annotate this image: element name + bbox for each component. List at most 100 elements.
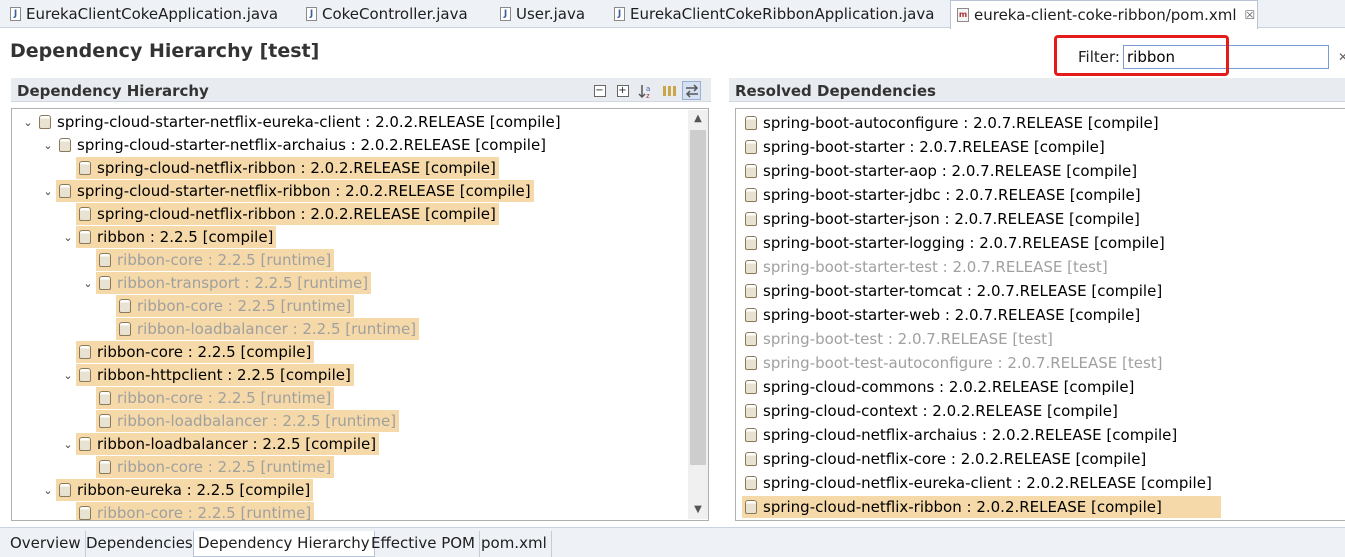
link-arrows-icon: [685, 83, 698, 98]
tree-node[interactable]: ribbon-core : 2.2.5 [runtime]: [80, 249, 335, 271]
tree-node[interactable]: ⌄ ribbon-loadbalancer : 2.2.5 [compile]: [60, 433, 380, 455]
jar-icon: [99, 414, 111, 428]
expand-toggle-icon[interactable]: ⌄: [60, 438, 76, 451]
resolved-item-label: spring-boot-test : 2.0.7.RELEASE [test]: [763, 330, 1053, 348]
tree-node[interactable]: ⌄ spring-cloud-starter-netflix-archaius :…: [40, 134, 549, 156]
resolved-dependency-item[interactable]: spring-boot-test-autoconfigure : 2.0.7.R…: [742, 352, 1166, 374]
resolved-dependency-item[interactable]: spring-cloud-netflix-eureka-client : 2.0…: [742, 472, 1215, 494]
scroll-thumb[interactable]: [690, 130, 706, 465]
resolved-dependency-item[interactable]: spring-cloud-netflix-ribbon : 2.0.2.RELE…: [742, 496, 1221, 518]
resolved-item-label: spring-cloud-netflix-ribbon : 2.0.2.RELE…: [763, 498, 1162, 516]
editor-tab-eureka-client-coke-ribbon-application[interactable]: J EurekaClientCokeRibbonApplication.java: [608, 0, 942, 28]
jar-icon: [99, 253, 111, 267]
tree-node[interactable]: ⌄ spring-cloud-starter-netflix-ribbon : 2…: [40, 180, 534, 202]
jar-icon: [79, 368, 91, 382]
show-groupid-button[interactable]: [659, 81, 678, 100]
resolved-item-content: spring-cloud-netflix-eureka-client : 2.0…: [742, 472, 1215, 494]
expand-toggle-icon[interactable]: ⌄: [60, 369, 76, 382]
tree-node[interactable]: ⌄ ribbon : 2.2.5 [compile]: [60, 226, 277, 248]
java-file-icon: J: [306, 7, 317, 21]
resolved-item-content: spring-boot-starter-logging : 2.0.7.RELE…: [742, 232, 1168, 254]
tree-node[interactable]: ⌄ spring-cloud-starter-netflix-eureka-cli…: [20, 111, 564, 133]
resolved-item-content: spring-boot-test : 2.0.7.RELEASE [test]: [742, 328, 1056, 350]
tab-dependency-hierarchy[interactable]: Dependency Hierarchy: [193, 531, 375, 557]
tree-node-label: ribbon-core : 2.2.5 [runtime]: [117, 251, 332, 269]
resolved-item-label: spring-boot-starter-tomcat : 2.0.7.RELEA…: [763, 282, 1163, 300]
resolved-dependency-item[interactable]: spring-boot-starter-aop : 2.0.7.RELEASE …: [742, 160, 1140, 182]
editor-tab-coke-controller[interactable]: J CokeController.java: [300, 0, 476, 28]
expand-toggle-icon[interactable]: ⌄: [40, 185, 56, 198]
jar-icon: [79, 506, 91, 520]
tree-node[interactable]: ribbon-core : 2.2.5 [runtime]: [80, 387, 335, 409]
editor-tab-user[interactable]: J User.java: [494, 0, 594, 28]
resolved-dependency-item[interactable]: spring-cloud-netflix-archaius : 2.0.2.RE…: [742, 424, 1180, 446]
close-icon[interactable]: ☒: [1245, 8, 1256, 22]
editor-tab-pom-xml[interactable]: m eureka-client-coke-ribbon/pom.xml ☒: [950, 0, 1258, 29]
jar-icon: [59, 138, 71, 152]
expand-toggle-icon[interactable]: ⌄: [20, 116, 36, 129]
pom-editor-tab-bar: Overview Dependencies Dependency Hierarc…: [0, 527, 1345, 557]
filter-label: Filter:: [1078, 48, 1120, 66]
resolved-item-label: spring-boot-starter-logging : 2.0.7.RELE…: [763, 234, 1165, 252]
resolved-dependency-item[interactable]: spring-boot-starter-json : 2.0.7.RELEASE…: [742, 208, 1143, 230]
tree-node-label: ribbon-loadbalancer : 2.2.5 [runtime]: [117, 412, 397, 430]
resolved-dependencies-list[interactable]: spring-boot-autoconfigure : 2.0.7.RELEAS…: [735, 108, 1345, 521]
jar-icon: [745, 260, 757, 274]
tab-dependencies[interactable]: Dependencies: [82, 531, 198, 557]
tree-node[interactable]: ribbon-core : 2.2.5 [compile]: [60, 341, 315, 363]
tree-node[interactable]: ribbon-core : 2.2.5 [runtime]: [100, 295, 355, 317]
tree-node-content: ribbon-core : 2.2.5 [runtime]: [96, 249, 335, 271]
resolved-dependencies-header: Resolved Dependencies: [729, 78, 1345, 102]
expand-all-button[interactable]: +: [613, 81, 632, 100]
resolved-dependency-item[interactable]: spring-cloud-context : 2.0.2.RELEASE [co…: [742, 400, 1121, 422]
jar-icon: [745, 236, 757, 250]
tree-node[interactable]: ribbon-core : 2.2.5 [runtime]: [80, 456, 335, 478]
resolved-dependency-item[interactable]: spring-cloud-commons : 2.0.2.RELEASE [co…: [742, 376, 1137, 398]
tab-pom-xml[interactable]: pom.xml: [477, 531, 552, 557]
resolved-dependency-item[interactable]: spring-boot-starter : 2.0.7.RELEASE [com…: [742, 136, 1108, 158]
expand-toggle-icon[interactable]: ⌄: [60, 231, 76, 244]
tab-effective-pom[interactable]: Effective POM: [367, 531, 481, 557]
tree-node[interactable]: ribbon-core : 2.2.5 [runtime]: [60, 502, 315, 520]
tree-node[interactable]: ⌄ ribbon-httpclient : 2.2.5 [compile]: [60, 364, 354, 386]
tree-node[interactable]: ribbon-loadbalancer : 2.2.5 [runtime]: [80, 410, 400, 432]
tree-node-label: spring-cloud-starter-netflix-ribbon : 2.…: [77, 182, 531, 200]
resolved-item-content: spring-cloud-context : 2.0.2.RELEASE [co…: [742, 400, 1121, 422]
tree-node-label: ribbon-loadbalancer : 2.2.5 [runtime]: [137, 320, 417, 338]
tree-node[interactable]: ⌄ ribbon-eureka : 2.2.5 [compile]: [40, 479, 314, 501]
resolved-dependency-item[interactable]: spring-boot-starter-test : 2.0.7.RELEASE…: [742, 256, 1111, 278]
resolved-dependency-item[interactable]: spring-boot-autoconfigure : 2.0.7.RELEAS…: [742, 112, 1162, 134]
tree-scrollbar[interactable]: ▲ ▼: [688, 110, 708, 519]
tree-node-content: ribbon-core : 2.2.5 [runtime]: [76, 502, 315, 520]
expand-toggle-icon[interactable]: ⌄: [40, 139, 56, 152]
jar-icon: [79, 230, 91, 244]
tab-overview[interactable]: Overview: [6, 531, 86, 557]
tree-node[interactable]: spring-cloud-netflix-ribbon : 2.0.2.RELE…: [60, 203, 499, 225]
tree-node[interactable]: ribbon-loadbalancer : 2.2.5 [runtime]: [100, 318, 420, 340]
resolved-dependency-item[interactable]: spring-boot-starter-web : 2.0.7.RELEASE …: [742, 304, 1143, 326]
clear-filter-icon[interactable]: ✕: [1338, 50, 1345, 64]
editor-tab-eureka-client-coke-application[interactable]: J EurekaClientCokeApplication.java: [4, 0, 300, 28]
dependency-tree[interactable]: ⌄ spring-cloud-starter-netflix-eureka-cli…: [11, 108, 709, 521]
resolved-dependency-item[interactable]: spring-cloud-netflix-core : 2.0.2.RELEAS…: [742, 448, 1149, 470]
sort-button[interactable]: a z: [636, 81, 655, 100]
expand-toggle-icon[interactable]: ⌄: [40, 484, 56, 497]
tree-node-content: spring-cloud-netflix-ribbon : 2.0.2.RELE…: [76, 203, 499, 225]
scroll-down-icon[interactable]: ▼: [688, 501, 708, 519]
collapse-all-button[interactable]: −: [590, 81, 609, 100]
filter-input[interactable]: [1123, 45, 1329, 69]
tree-node-label: ribbon : 2.2.5 [compile]: [97, 228, 274, 246]
tree-node-label: spring-cloud-netflix-ribbon : 2.0.2.RELE…: [97, 205, 496, 223]
link-with-selection-button[interactable]: [682, 81, 701, 100]
resolved-item-content: spring-boot-starter-json : 2.0.7.RELEASE…: [742, 208, 1143, 230]
resolved-dependency-item[interactable]: spring-boot-starter-jdbc : 2.0.7.RELEASE…: [742, 184, 1144, 206]
expand-toggle-icon[interactable]: ⌄: [80, 277, 96, 290]
jar-icon: [745, 284, 757, 298]
resolved-dependency-item[interactable]: spring-boot-starter-logging : 2.0.7.RELE…: [742, 232, 1168, 254]
tree-node[interactable]: spring-cloud-netflix-ribbon : 2.0.2.RELE…: [60, 157, 499, 179]
jar-icon: [745, 212, 757, 226]
scroll-up-icon[interactable]: ▲: [688, 110, 708, 128]
resolved-dependency-item[interactable]: spring-boot-test : 2.0.7.RELEASE [test]: [742, 328, 1056, 350]
tree-node[interactable]: ⌄ ribbon-transport : 2.2.5 [runtime]: [80, 272, 372, 294]
resolved-dependency-item[interactable]: spring-boot-starter-tomcat : 2.0.7.RELEA…: [742, 280, 1165, 302]
